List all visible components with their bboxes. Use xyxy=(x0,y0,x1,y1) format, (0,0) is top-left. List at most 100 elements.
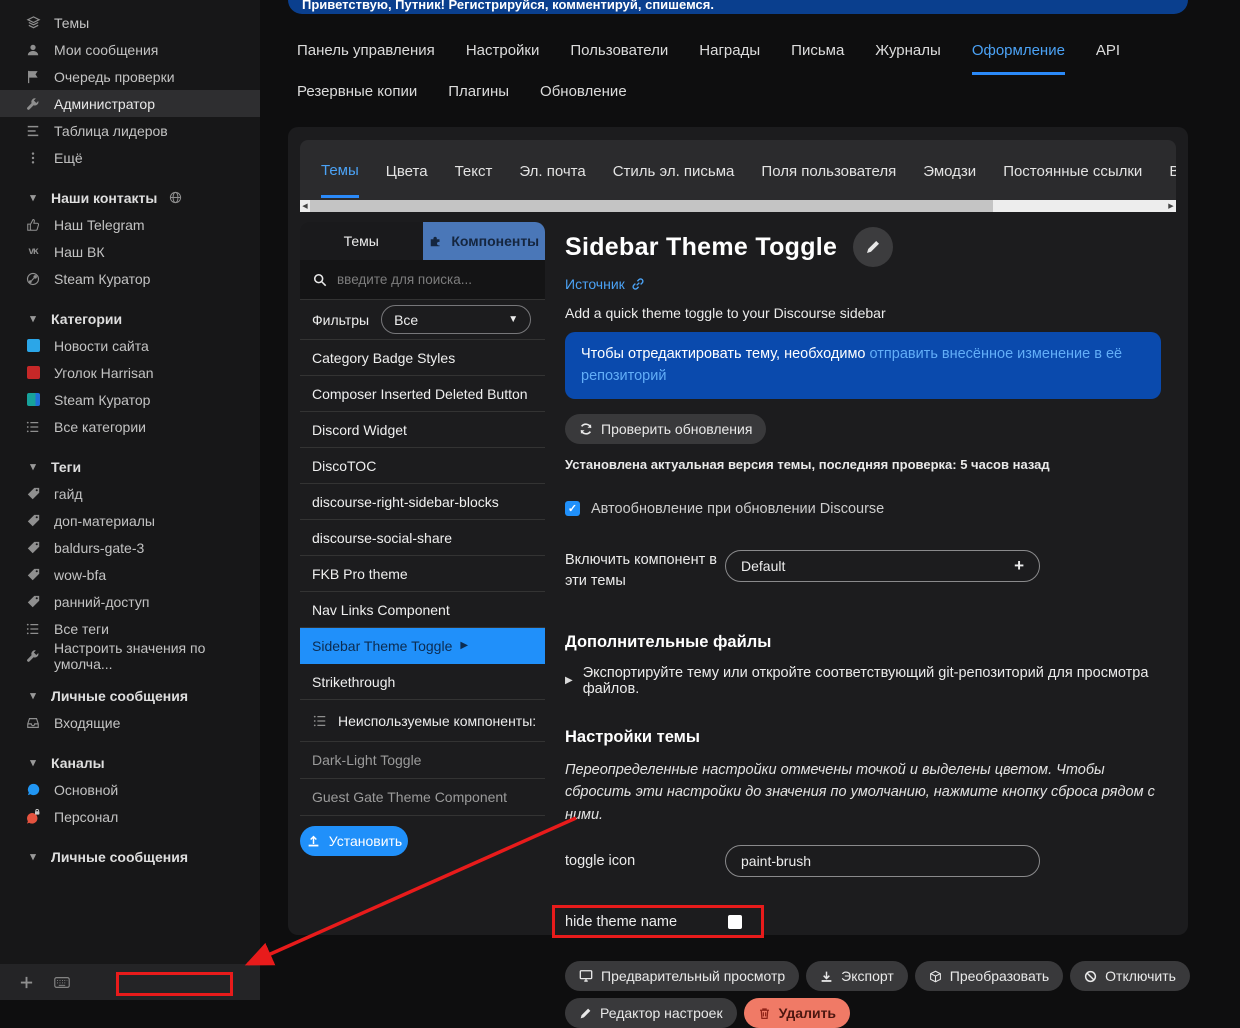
tab-upgrade[interactable]: Обновление xyxy=(540,83,627,113)
tab-user-fields[interactable]: Поля пользователя xyxy=(761,144,896,196)
sidebar-item-configure-defaults[interactable]: Настроить значения по умолча... xyxy=(0,642,260,669)
install-button[interactable]: Установить xyxy=(300,826,408,856)
sidebar-item-review-queue[interactable]: Очередь проверки xyxy=(0,63,260,90)
sidebar-item-category-news[interactable]: Новости сайта xyxy=(0,332,260,359)
tab-users[interactable]: Пользователи xyxy=(570,42,668,75)
sidebar-item-steam-curator[interactable]: Steam Куратор xyxy=(0,265,260,292)
scroll-right-icon[interactable]: ▶ xyxy=(1166,202,1176,210)
sidebar-item-tag-guide[interactable]: гайд xyxy=(0,480,260,507)
sidebar-item-tag-baldurs[interactable]: baldurs-gate-3 xyxy=(0,534,260,561)
sidebar-item-inbox[interactable]: Входящие xyxy=(0,709,260,736)
convert-button[interactable]: Преобразовать xyxy=(915,961,1063,991)
tab-themes[interactable]: Темы xyxy=(321,143,359,198)
check-updates-button[interactable]: Проверить обновления xyxy=(565,414,766,444)
tab-colors[interactable]: Цвета xyxy=(386,144,428,196)
filter-select[interactable]: Все ▼ xyxy=(381,305,531,334)
customize-tabs: Темы Цвета Текст Эл. почта Стиль эл. пис… xyxy=(300,140,1176,200)
edit-title-button[interactable] xyxy=(853,227,893,267)
dots-vertical-icon xyxy=(25,151,41,165)
tab-api[interactable]: API xyxy=(1096,42,1120,75)
tab-email-style[interactable]: Стиль эл. письма xyxy=(613,144,735,196)
components-search-input[interactable] xyxy=(337,272,507,287)
sidebar-item-all-tags[interactable]: Все теги xyxy=(0,615,260,642)
component-item[interactable]: Nav Links Component xyxy=(300,592,545,628)
keyboard-icon[interactable] xyxy=(54,976,70,989)
tab-backups[interactable]: Резервные копии xyxy=(297,83,417,113)
sidebar-item-category-steam[interactable]: Steam Куратор xyxy=(0,386,260,413)
sidebar-item-topics[interactable]: Темы xyxy=(0,9,260,36)
tab-plugins[interactable]: Плагины xyxy=(448,83,509,113)
setting-toggle-icon-input[interactable]: paint-brush xyxy=(725,845,1040,877)
sidebar-item-all-categories[interactable]: Все категории xyxy=(0,413,260,440)
source-link[interactable]: Источник xyxy=(565,276,1181,292)
plus-icon[interactable]: + xyxy=(1014,556,1024,576)
tab-customize[interactable]: Оформление xyxy=(972,42,1065,75)
sidebar-item-label: Персонал xyxy=(54,809,118,825)
tab-themes-list[interactable]: Темы xyxy=(300,222,423,260)
sidebar-item-tag-wowbfa[interactable]: wow-bfa xyxy=(0,561,260,588)
tab-components-list[interactable]: Компоненты xyxy=(423,222,546,260)
sidebar-item-tag-early[interactable]: ранний-доступ xyxy=(0,588,260,615)
category-color-chip xyxy=(25,393,41,406)
sidebar-item-vk[interactable]: ᴠĸ Наш ВК xyxy=(0,238,260,265)
sidebar-item-my-posts[interactable]: Мои сообщения xyxy=(0,36,260,63)
tab-settings[interactable]: Настройки xyxy=(466,42,540,75)
export-button[interactable]: Экспорт xyxy=(806,961,908,991)
tab-email[interactable]: Эл. почта xyxy=(519,144,585,196)
component-item[interactable]: discourse-social-share xyxy=(300,520,545,556)
chevron-down-icon: ▾ xyxy=(25,850,41,863)
component-item[interactable]: Strikethrough xyxy=(300,664,545,700)
sidebar-item-tag-extras[interactable]: доп-материалы xyxy=(0,507,260,534)
plus-icon[interactable] xyxy=(18,975,34,990)
sidebar-section-private-messages-2[interactable]: ▾ Личные сообщения xyxy=(0,843,260,870)
settings-editor-button[interactable]: Редактор настроек xyxy=(565,998,737,1028)
autoupdate-checkbox[interactable]: ✓ xyxy=(565,501,580,516)
component-item[interactable]: DiscoTOC xyxy=(300,448,545,484)
inbox-icon xyxy=(25,716,41,730)
tab-dashboard[interactable]: Панель управления xyxy=(297,42,435,75)
sidebar-item-more[interactable]: Ещё xyxy=(0,144,260,171)
preview-button[interactable]: Предварительный просмотр xyxy=(565,961,799,991)
sidebar-item-channel-staff[interactable]: Персонал xyxy=(0,803,260,830)
component-item[interactable]: discourse-right-sidebar-blocks xyxy=(300,484,545,520)
sidebar-item-category-harrisan[interactable]: Уголок Harrisan xyxy=(0,359,260,386)
tab-emoji[interactable]: Эмодзи xyxy=(923,144,976,196)
sidebar-item-label: Все теги xyxy=(54,621,109,637)
search-icon xyxy=(312,273,328,287)
tag-icon xyxy=(25,541,41,554)
component-item[interactable]: FKB Pro theme xyxy=(300,556,545,592)
component-item-unused[interactable]: Dark-Light Toggle xyxy=(300,742,545,779)
include-themes-select[interactable]: Default + xyxy=(725,550,1040,582)
component-item[interactable]: Category Badge Styles xyxy=(300,340,545,376)
tab-badges[interactable]: Награды xyxy=(699,42,760,75)
sidebar-section-tags[interactable]: ▾ Теги xyxy=(0,453,260,480)
component-item[interactable]: Discord Widget xyxy=(300,412,545,448)
sidebar-section-categories[interactable]: ▾ Категории xyxy=(0,305,260,332)
tab-text[interactable]: Текст xyxy=(455,144,493,196)
scrollbar-thumb[interactable] xyxy=(310,200,993,212)
flag-icon xyxy=(25,70,41,84)
tab-logs[interactable]: Журналы xyxy=(875,42,941,75)
delete-button[interactable]: Удалить xyxy=(744,998,850,1028)
sidebar-item-channel-main[interactable]: Основной xyxy=(0,776,260,803)
sidebar-item-label: Наш ВК xyxy=(54,244,105,260)
sidebar-item-admin[interactable]: Администратор xyxy=(0,90,260,117)
component-item-selected[interactable]: Sidebar Theme Toggle ▶ xyxy=(300,628,545,664)
sidebar-section-private-messages[interactable]: ▾ Личные сообщения xyxy=(0,682,260,709)
tabs-scrollbar[interactable]: ◀ ▶ xyxy=(300,200,1176,212)
tab-emails[interactable]: Письма xyxy=(791,42,844,75)
disable-button[interactable]: Отключить xyxy=(1070,961,1190,991)
component-item-unused[interactable]: Guest Gate Theme Component xyxy=(300,779,545,816)
sidebar-item-leaderboard[interactable]: Таблица лидеров xyxy=(0,117,260,144)
caret-right-icon[interactable]: ▶ xyxy=(565,675,573,686)
tab-embedding[interactable]: Встраив xyxy=(1169,144,1176,196)
scroll-left-icon[interactable]: ◀ xyxy=(300,202,310,210)
tab-permalinks[interactable]: Постоянные ссылки xyxy=(1003,144,1142,196)
component-item[interactable]: Composer Inserted Deleted Button xyxy=(300,376,545,412)
sidebar-section-contacts[interactable]: ▾ Наши контакты xyxy=(0,184,260,211)
annotation-box-hide-theme-name xyxy=(552,905,764,938)
sidebar-item-telegram[interactable]: Наш Telegram xyxy=(0,211,260,238)
filters-label: Фильтры xyxy=(312,312,369,328)
button-label: Предварительный просмотр xyxy=(601,968,785,984)
sidebar-section-channels[interactable]: ▾ Каналы xyxy=(0,749,260,776)
